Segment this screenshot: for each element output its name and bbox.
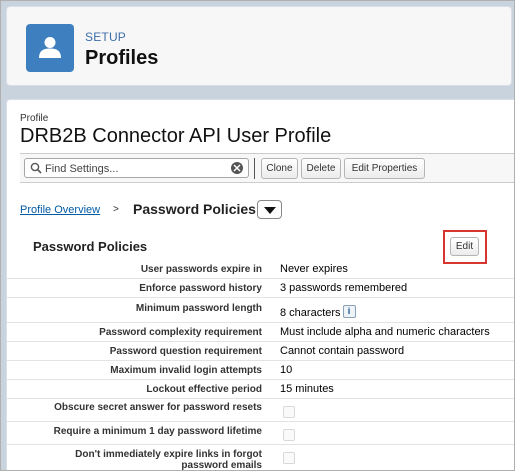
page-title: Profiles — [85, 47, 159, 69]
user-icon — [26, 24, 74, 72]
policy-label: Minimum password length — [135, 303, 262, 314]
policy-row: Don't immediately expire links in forgot… — [7, 445, 514, 471]
section-dropdown-button[interactable] — [257, 200, 282, 219]
policy-row: Enforce password history 3 passwords rem… — [7, 279, 514, 298]
toolbar: Clone Delete Edit Properties — [20, 153, 514, 183]
edit-properties-button[interactable]: Edit Properties — [344, 158, 425, 179]
section-title: Password Policies — [33, 239, 148, 254]
policy-row: Lockout effective period 15 minutes — [7, 380, 514, 399]
search-input[interactable] — [45, 161, 215, 176]
edit-button[interactable]: Edit — [450, 237, 479, 256]
profile-name: DRB2B Connector API User Profile — [20, 125, 332, 147]
toolbar-divider — [254, 158, 255, 179]
policy-label: Password complexity requirement — [99, 327, 262, 338]
policy-value: Never expires — [280, 263, 348, 275]
policy-label: User passwords expire in — [140, 264, 262, 275]
search-icon — [30, 162, 42, 174]
breadcrumb-current: Password Policies — [133, 201, 256, 217]
delete-button[interactable]: Delete — [301, 158, 341, 179]
policy-checkbox[interactable] — [283, 429, 295, 441]
breadcrumb-separator: > — [113, 204, 119, 215]
policy-row: Obscure secret answer for password reset… — [7, 399, 514, 422]
policy-value: 3 passwords remembered — [280, 282, 408, 294]
policy-row: Password question requirement Cannot con… — [7, 342, 514, 361]
info-icon[interactable]: i — [342, 305, 356, 318]
profile-label: Profile — [20, 113, 49, 124]
policy-row: User passwords expire in Never expires — [7, 259, 514, 279]
header-supertitle: SETUP — [85, 30, 127, 44]
policy-checkbox[interactable] — [283, 406, 295, 418]
page-header: SETUP Profiles — [6, 6, 512, 86]
policy-value-text: 8 characters — [280, 307, 341, 319]
policy-value: Must include alpha and numeric character… — [280, 326, 490, 338]
search-box[interactable] — [24, 158, 249, 178]
policy-row: Password complexity requirement Must inc… — [7, 323, 514, 342]
policy-value: 15 minutes — [280, 383, 334, 395]
policy-label: Lockout effective period — [146, 384, 262, 395]
policy-label: Enforce password history — [139, 283, 262, 294]
chevron-down-icon — [264, 207, 276, 214]
policy-value: Cannot contain password — [280, 345, 405, 357]
policy-checkbox[interactable] — [283, 452, 295, 464]
setup-page: SETUP Profiles Profile DRB2B Connector A… — [0, 0, 515, 471]
policy-row: Require a minimum 1 day password lifetim… — [7, 422, 514, 445]
breadcrumb-profile-overview[interactable]: Profile Overview — [20, 204, 100, 216]
clone-button[interactable]: Clone — [261, 158, 298, 179]
policy-row: Maximum invalid login attempts 10 — [7, 361, 514, 380]
policy-label: Maximum invalid login attempts — [110, 365, 262, 376]
policy-label: Password question requirement — [109, 346, 262, 357]
policy-value: 8 characters i — [280, 305, 356, 319]
policy-row: Minimum password length 8 characters i — [7, 298, 514, 323]
clear-search-icon[interactable] — [231, 162, 243, 174]
policy-value: 10 — [280, 364, 293, 376]
policy-label: Require a minimum 1 day password lifetim… — [53, 426, 262, 437]
policy-label: Don't immediately expire links in forgot… — [75, 449, 262, 471]
policy-label: Obscure secret answer for password reset… — [54, 402, 262, 413]
profile-card: Profile DRB2B Connector API User Profile… — [6, 99, 514, 471]
